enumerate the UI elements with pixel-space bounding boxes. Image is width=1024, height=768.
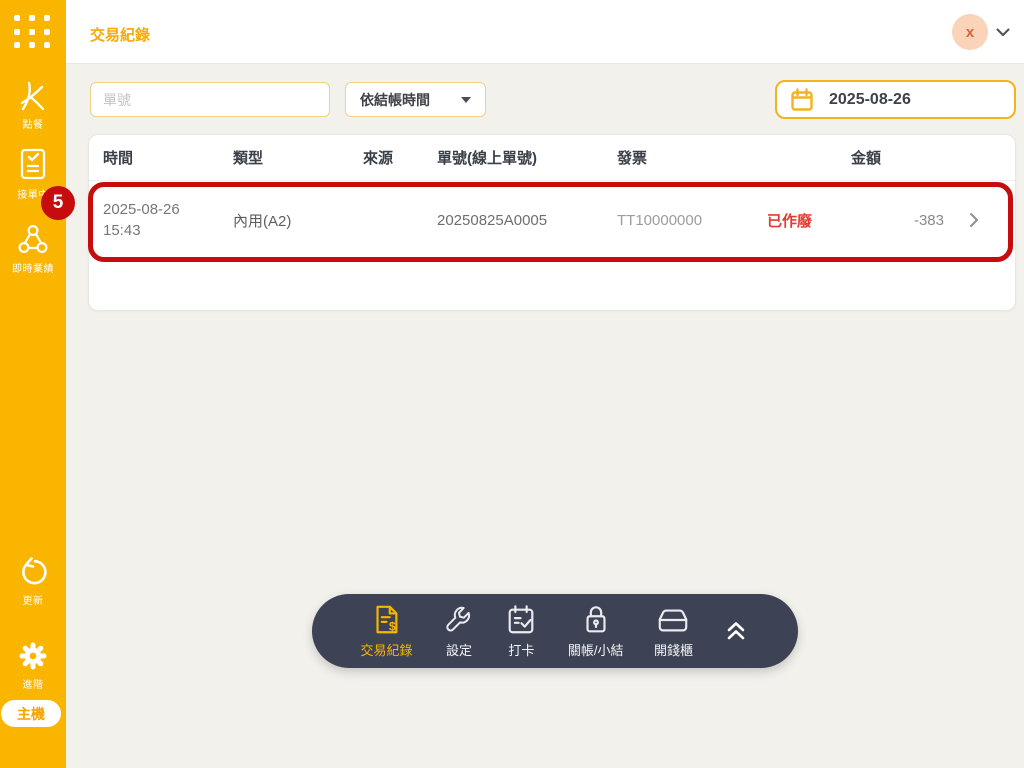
col-amount: 金額 <box>851 150 882 167</box>
order-list-icon <box>16 146 50 182</box>
chevron-right-icon[interactable] <box>946 212 1001 228</box>
sidebar-item-label: 點餐 <box>22 120 44 131</box>
cell-invoice: TT10000000 <box>617 211 703 229</box>
sort-by-value: 依結帳時間 <box>360 91 430 108</box>
col-order-no: 單號(線上單號) <box>437 150 537 167</box>
page-title: 交易紀錄 <box>90 27 151 44</box>
top-bar: 交易紀錄 x <box>66 0 1024 64</box>
toolbar-item-clock-in[interactable]: 打卡 <box>505 603 537 659</box>
app-window: 點餐 接單中 即時業績 更新 進階 主機 交易紀錄 x 單號 依結帳時間 202… <box>0 0 1024 768</box>
sidebar-item-refresh[interactable]: 更新 <box>0 556 66 607</box>
avatar[interactable]: x <box>952 14 988 50</box>
receipt-dollar-icon: $ <box>370 603 402 637</box>
order-number-search-input[interactable] <box>90 82 330 117</box>
table-row[interactable]: 2025-08-26 15:43 內用(A2) 20250825A0005 TT… <box>89 181 1015 259</box>
sidebar-item-order[interactable]: 點餐 <box>0 80 66 131</box>
toolbar-item-label: 打卡 <box>508 643 535 658</box>
toolbar-item-close-account[interactable]: 關帳/小結 <box>568 603 624 659</box>
status-badge: 已作廢 <box>767 212 813 230</box>
padlock-icon <box>580 603 612 637</box>
calendar-icon <box>789 87 815 113</box>
toolbar-item-transactions[interactable]: $ 交易紀錄 <box>360 603 412 659</box>
chevrons-up-icon <box>723 618 749 644</box>
col-time: 時間 <box>103 150 134 167</box>
toolbar-item-label: 交易紀錄 <box>360 643 413 658</box>
performance-network-icon <box>16 222 50 256</box>
transactions-table: 時間 類型 來源 單號(線上單號) 發票 金額 2025-08-26 15:43… <box>88 134 1016 311</box>
table-header-row: 時間 類型 來源 單號(線上單號) 發票 金額 <box>89 135 1015 181</box>
wrench-icon <box>443 603 475 637</box>
chevron-down-icon <box>996 28 1010 37</box>
caret-down-icon <box>461 96 471 103</box>
app-grid-icon[interactable] <box>14 15 54 51</box>
cell-time: 2025-08-26 15:43 <box>103 201 180 239</box>
cash-drawer-icon <box>656 603 690 637</box>
sidebar-item-label: 進階 <box>22 680 44 691</box>
toolbar-item-open-drawer[interactable]: 開錢櫃 <box>654 603 693 659</box>
toolbar-item-label: 關帳/小結 <box>567 643 624 658</box>
col-invoice: 發票 <box>617 150 648 167</box>
sidebar: 點餐 接單中 即時業績 更新 進階 主機 <box>0 0 66 768</box>
date-picker[interactable]: 2025-08-26 <box>775 80 1016 119</box>
sort-by-dropdown[interactable]: 依結帳時間 <box>345 82 486 117</box>
refresh-icon <box>17 556 49 588</box>
cell-order-no: 20250825A0005 <box>437 211 548 229</box>
cell-type: 內用(A2) <box>233 212 292 230</box>
sidebar-item-label: 即時業績 <box>12 264 54 275</box>
toolbar-item-settings[interactable]: 設定 <box>443 603 475 659</box>
col-source: 來源 <box>363 150 394 167</box>
calendar-check-icon <box>505 603 537 637</box>
annotation-step-badge: 5 <box>41 186 75 220</box>
cell-amount: -383 <box>913 211 944 229</box>
col-type: 類型 <box>233 150 264 167</box>
gear-icon <box>17 640 49 672</box>
sidebar-item-label: 更新 <box>22 596 44 607</box>
toolbar-item-label: 開錢櫃 <box>653 643 693 658</box>
user-menu[interactable]: x <box>952 14 1010 50</box>
sidebar-item-performance[interactable]: 即時業績 <box>0 222 66 275</box>
brand-k-logo-icon <box>17 80 49 112</box>
sidebar-item-advanced[interactable]: 進階 <box>0 640 66 691</box>
host-badge: 主機 <box>1 700 61 727</box>
toolbar-item-label: 設定 <box>445 643 472 658</box>
bottom-toolbar: $ 交易紀錄 設定 打卡 關帳/小結 開錢櫃 <box>312 594 798 668</box>
svg-text:$: $ <box>389 619 396 633</box>
toolbar-expand-button[interactable] <box>723 618 749 644</box>
date-value: 2025-08-26 <box>829 90 911 108</box>
